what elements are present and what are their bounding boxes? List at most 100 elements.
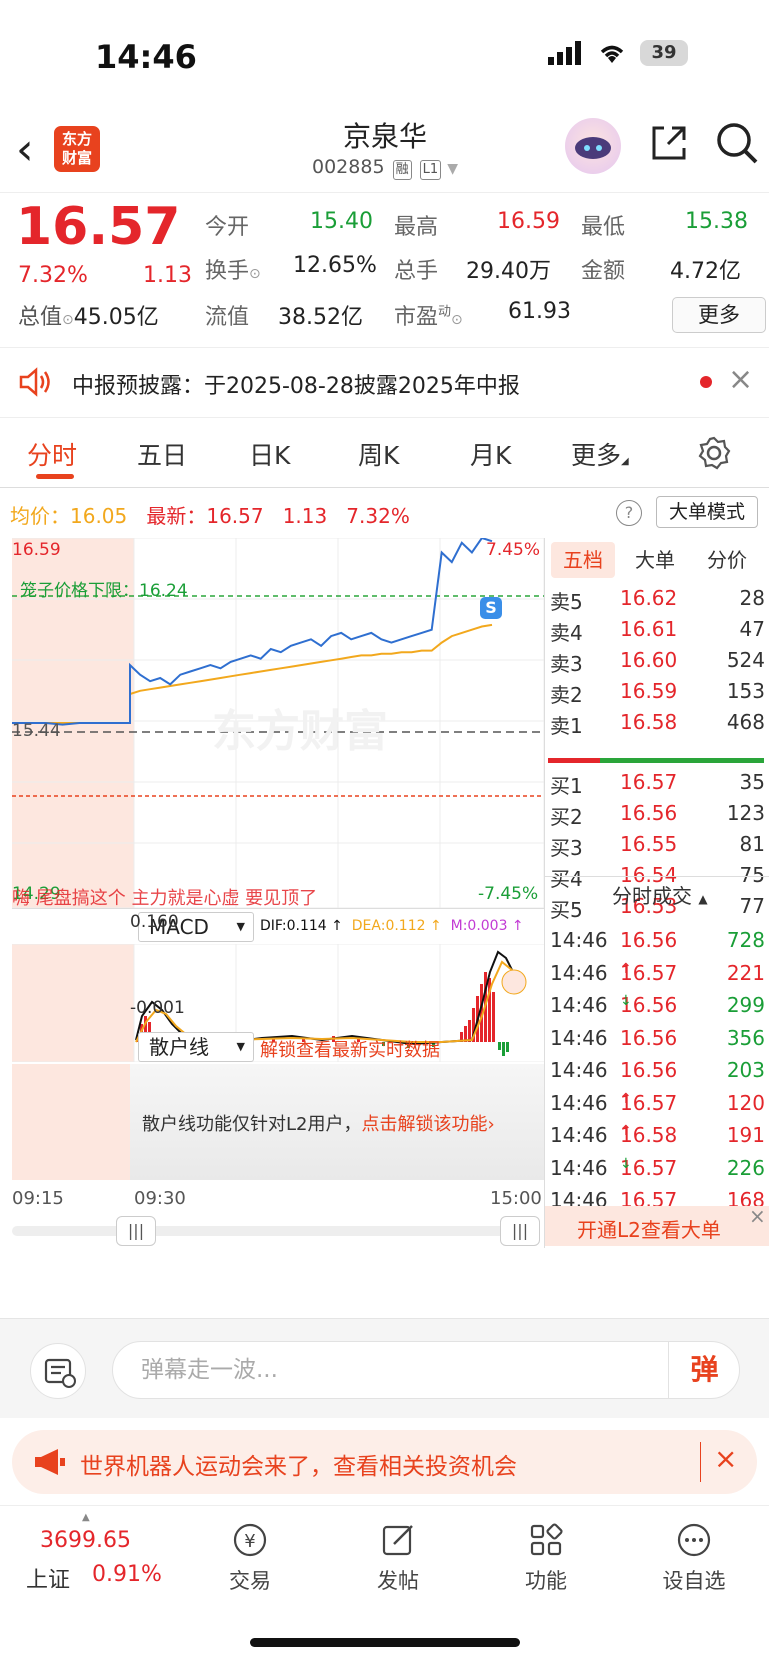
macd-dea: DEA:0.112 ↑: [351, 918, 442, 934]
send-danmaku-button[interactable]: 弹: [668, 1342, 740, 1398]
retail-selector[interactable]: 散户线 ▼: [138, 1032, 254, 1062]
range-handle-left[interactable]: |||: [116, 1216, 156, 1246]
nav-functions[interactable]: 功能: [496, 1520, 596, 1595]
l2-prompt-text: 开通L2查看大单: [577, 1218, 721, 1242]
chart-tabs: 分时 五日 日K 周K 月K 更多◢: [0, 418, 769, 488]
notice-text: 中报预披露：于2025-08-28披露2025年中报: [72, 374, 520, 399]
nav-trade[interactable]: ¥ 交易: [200, 1520, 300, 1595]
macd-bar: [492, 992, 495, 1042]
amount-value: 4.72亿: [670, 259, 741, 284]
comment-bar: 弹幕走一波... 弹: [0, 1318, 769, 1418]
danmaku-settings-button[interactable]: [30, 1343, 86, 1399]
status-bar: 14:46 39: [0, 0, 769, 110]
unread-dot: [700, 376, 712, 388]
share-icon[interactable]: [648, 122, 690, 164]
trades-title[interactable]: 分时成交 ▲: [612, 880, 708, 909]
order-book-row[interactable]: 买2 16.56 123: [550, 801, 765, 833]
last-label: 最新：: [146, 504, 207, 528]
divider: [700, 1442, 701, 1482]
tab-more-label: 更多: [571, 441, 622, 470]
tab-daily-k[interactable]: 日K: [249, 436, 290, 472]
turnover-cell[interactable]: 换手⊙: [205, 253, 261, 285]
book-level-label: 卖2: [550, 683, 583, 707]
danmaku-input[interactable]: 弹幕走一波...: [112, 1341, 740, 1399]
trade-direction-icon: ↑: [620, 1090, 632, 1107]
chg-value: 1.13: [282, 504, 328, 528]
tab-more[interactable]: 更多◢: [571, 436, 629, 472]
app-logo[interactable]: 东方 财富: [54, 126, 100, 172]
stock-code-row[interactable]: 002885 融 L1 ▼: [290, 156, 480, 180]
order-book-row[interactable]: 卖2 16.59 153: [550, 679, 765, 711]
order-book-row[interactable]: 卖4 16.61 47: [550, 617, 765, 649]
time-range-track[interactable]: [12, 1226, 540, 1236]
nav-post[interactable]: 发帖: [348, 1520, 448, 1595]
quote-panel: 16.57 7.32% 1.13 总值⊙45.05亿 今开 15.40 最高 1…: [0, 192, 769, 348]
turnover-label: 换手: [205, 259, 250, 284]
book-price: 16.60: [620, 648, 678, 672]
promo-banner[interactable]: 世界机器人运动会来了，查看相关投资机会 ×: [12, 1430, 757, 1494]
back-button[interactable]: ‹: [16, 128, 34, 172]
danmaku-settings-icon: [44, 1358, 76, 1388]
tab-five-day[interactable]: 五日: [137, 436, 187, 472]
search-icon[interactable]: [714, 120, 760, 166]
trade-icon: ¥: [233, 1523, 267, 1557]
mktcap-cell[interactable]: 总值⊙45.05亿: [18, 299, 159, 331]
assistant-avatar-icon[interactable]: [565, 118, 621, 174]
trade-time: 14:46: [550, 1025, 608, 1050]
pct-value: 7.32%: [346, 504, 410, 528]
book-tab-large[interactable]: 大单: [623, 542, 687, 578]
logo-text-1: 东方: [61, 130, 92, 148]
compose-icon: [382, 1525, 413, 1556]
volume-value: 29.40万: [466, 259, 551, 284]
turnover-value: 12.65%: [293, 253, 377, 278]
divider: [544, 876, 769, 877]
trade-row: 14:46 16.56 ↓ 299: [550, 993, 765, 1027]
float-label: 流值: [205, 305, 250, 330]
order-book-row[interactable]: 买3 16.55 81: [550, 832, 765, 864]
order-book-row[interactable]: 卖1 16.58 468: [550, 710, 765, 742]
order-book-row[interactable]: 买1 16.57 35: [550, 770, 765, 802]
book-tab-price[interactable]: 分价: [695, 542, 759, 578]
book-price: 16.61: [620, 617, 678, 641]
nav-post-label: 发帖: [377, 1569, 419, 1593]
book-volume: 75: [739, 863, 765, 887]
index-value[interactable]: 3699.65: [40, 1528, 131, 1553]
book-tab-five[interactable]: 五档: [551, 542, 615, 578]
order-book-row[interactable]: 卖5 16.62 28: [550, 586, 765, 618]
index-name: 上证: [26, 1568, 71, 1593]
book-level-label: 卖3: [550, 652, 583, 676]
mktcap-label: 总值: [18, 305, 63, 330]
caret-up-icon: ▲: [82, 1512, 90, 1523]
tab-weekly-k[interactable]: 周K: [358, 436, 399, 472]
trade-volume: 299: [726, 993, 765, 1017]
macd-m: M:0.003 ↑: [450, 918, 524, 934]
retail-premarket-band: [12, 1064, 130, 1180]
tab-intraday[interactable]: 分时: [27, 436, 77, 472]
volume-label: 总手: [394, 259, 439, 284]
pe-cell[interactable]: 市盈动⊙: [394, 299, 463, 331]
notice-close-button[interactable]: ×: [728, 362, 753, 397]
l2-close-icon[interactable]: ×: [749, 1204, 766, 1228]
order-book-row[interactable]: 卖3 16.60 524: [550, 648, 765, 680]
tab-monthly-k[interactable]: 月K: [470, 436, 511, 472]
notice-bar[interactable]: 中报预披露：于2025-08-28披露2025年中报 ×: [0, 348, 769, 418]
trade-volume: 191: [726, 1123, 765, 1147]
trade-time: 14:46: [550, 993, 608, 1017]
help-icon[interactable]: ?: [616, 500, 642, 526]
nav-watchlist[interactable]: 设自选: [644, 1520, 744, 1595]
divider: [544, 538, 545, 1248]
l2-prompt-bar[interactable]: 开通L2查看大单 ×: [545, 1204, 769, 1246]
banner-close-button[interactable]: ×: [714, 1442, 737, 1475]
bid-ask-ratio-red: [548, 758, 600, 763]
chart-area: 均价：16.05 最新：16.57 1.13 7.32% ? 大单模式 东方财富…: [0, 488, 769, 1318]
index-pct: 0.91%: [92, 1562, 162, 1587]
trade-direction-icon: ↓: [620, 993, 632, 1009]
pe-value: 61.93: [508, 299, 571, 324]
settings-gear-icon[interactable]: [697, 436, 731, 470]
range-handle-right[interactable]: |||: [500, 1216, 540, 1246]
s-marker-icon[interactable]: S: [480, 597, 502, 619]
retail-message[interactable]: 散户线功能仅针对L2用户，点击解锁该功能›: [142, 1110, 495, 1136]
retail-unlock-link[interactable]: 解锁查看最新实时数据: [260, 1036, 440, 1062]
big-order-mode-button[interactable]: 大单模式: [656, 496, 758, 528]
more-button[interactable]: 更多: [672, 297, 766, 333]
